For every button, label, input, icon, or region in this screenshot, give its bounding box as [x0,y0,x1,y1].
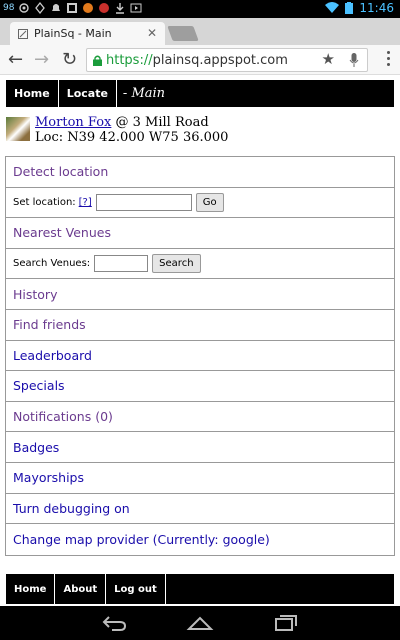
warning-icon [83,3,94,13]
status-notifications: 98 [3,2,142,14]
address-bar[interactable]: https://plainsq.appspot.com ★ [86,48,368,72]
status-bar: 98 11:46 [0,0,400,18]
menu-row-notifications: Notifications (0) [6,402,394,433]
footer-about-link[interactable]: About [55,574,107,604]
search-venues-label: Search Venues: [13,258,91,270]
user-info: Morton Fox @ 3 Mill Road Loc: N39 42.000… [6,114,394,150]
detect-location-link[interactable]: Detect location [13,164,108,179]
menu-row-nearest-venues: Nearest Venues [6,218,394,249]
search-venues-input[interactable] [94,255,149,273]
main-menu: Detect location Set location: [?] Go Nea… [5,156,395,556]
set-location-input[interactable] [95,193,192,211]
bell-icon [52,4,61,11]
footer-logout-link[interactable]: Log out [106,574,166,604]
search-venues-row: Search Venues: Search [6,249,394,280]
change-map-provider-link[interactable]: Change map provider (Currently: google) [13,532,270,547]
status-left-text: 98 [3,3,15,13]
set-location-label: Set location: [13,196,76,208]
search-button[interactable]: Search [152,254,201,274]
menu-row-find-friends: Find friends [6,310,394,341]
wifi-icon [325,2,340,13]
battery-icon [345,2,354,14]
recent-apps-icon[interactable] [272,614,300,632]
help-link[interactable]: [?] [79,197,92,208]
checkin-venue: @ 3 Mill Road [115,115,209,130]
play-icon [130,3,142,13]
status-system: 11:46 [325,1,394,15]
site-footer: Home About Log out [6,574,394,604]
notifications-link[interactable]: Notifications (0) [13,409,113,424]
browser-tab[interactable]: PlainSq - Main ✕ [10,22,165,45]
url-text: https://plainsq.appspot.com [106,53,288,68]
lock-icon [93,55,102,66]
badges-link[interactable]: Badges [13,440,59,455]
notification-icon [99,3,110,13]
forward-arrow-icon[interactable]: → [34,50,49,70]
menu-row-mayorships: Mayorships [6,463,394,494]
user-location: Loc: N39 42.000 W75 36.000 [35,130,229,145]
reload-icon[interactable]: ↻ [62,50,77,70]
page-icon [18,28,28,39]
microphone-icon[interactable] [349,53,359,68]
tab-strip: PlainSq - Main ✕ [0,18,400,45]
turn-debugging-link[interactable]: Turn debugging on [13,501,130,516]
user-name-link[interactable]: Morton Fox [35,115,111,130]
back-icon[interactable] [100,614,128,632]
tab-title: PlainSq - Main [34,27,112,40]
page-title: - Main [122,86,166,101]
nearest-venues-link[interactable]: Nearest Venues [13,225,111,240]
menu-row-debugging: Turn debugging on [6,494,394,525]
browser-toolbar: ← → ↻ https://plainsq.appspot.com ★ [0,45,400,75]
menu-row-specials: Specials [6,371,394,402]
star-icon[interactable]: ★ [322,50,335,68]
close-icon[interactable]: ✕ [147,26,157,40]
mayorships-link[interactable]: Mayorships [13,470,84,485]
history-link[interactable]: History [13,287,57,302]
site-nav: Home Locate - Main [6,80,394,107]
user-checkin-line: Morton Fox @ 3 Mill Road [35,115,209,130]
menu-row-badges: Badges [6,432,394,463]
url-host: plainsq. [152,52,204,68]
system-nav-bar [0,606,400,640]
footer-home-link[interactable]: Home [6,574,56,604]
nav-home-link[interactable]: Home [6,80,59,107]
set-location-row: Set location: [?] Go [6,188,394,219]
avatar[interactable] [6,117,30,141]
back-arrow-icon[interactable]: ← [8,50,23,70]
find-friends-link[interactable]: Find friends [13,317,86,332]
menu-icon[interactable] [387,51,390,66]
nav-locate-link[interactable]: Locate [59,80,117,107]
leaderboard-link[interactable]: Leaderboard [13,348,92,363]
settings-icon [67,3,78,13]
menu-row-detect-location: Detect location [6,157,394,188]
menu-row-map-provider: Change map provider (Currently: google) [6,524,394,555]
android-icon [19,3,30,13]
download-icon [116,3,125,14]
home-icon[interactable] [186,614,214,632]
new-tab-button[interactable] [167,26,199,41]
go-button[interactable]: Go [195,192,224,212]
location-icon [35,2,46,14]
url-scheme: https:// [106,52,153,68]
menu-row-history: History [6,279,394,310]
menu-row-leaderboard: Leaderboard [6,341,394,372]
status-time: 11:46 [359,1,394,15]
url-domain: appspot.com [203,52,288,68]
specials-link[interactable]: Specials [13,378,65,393]
